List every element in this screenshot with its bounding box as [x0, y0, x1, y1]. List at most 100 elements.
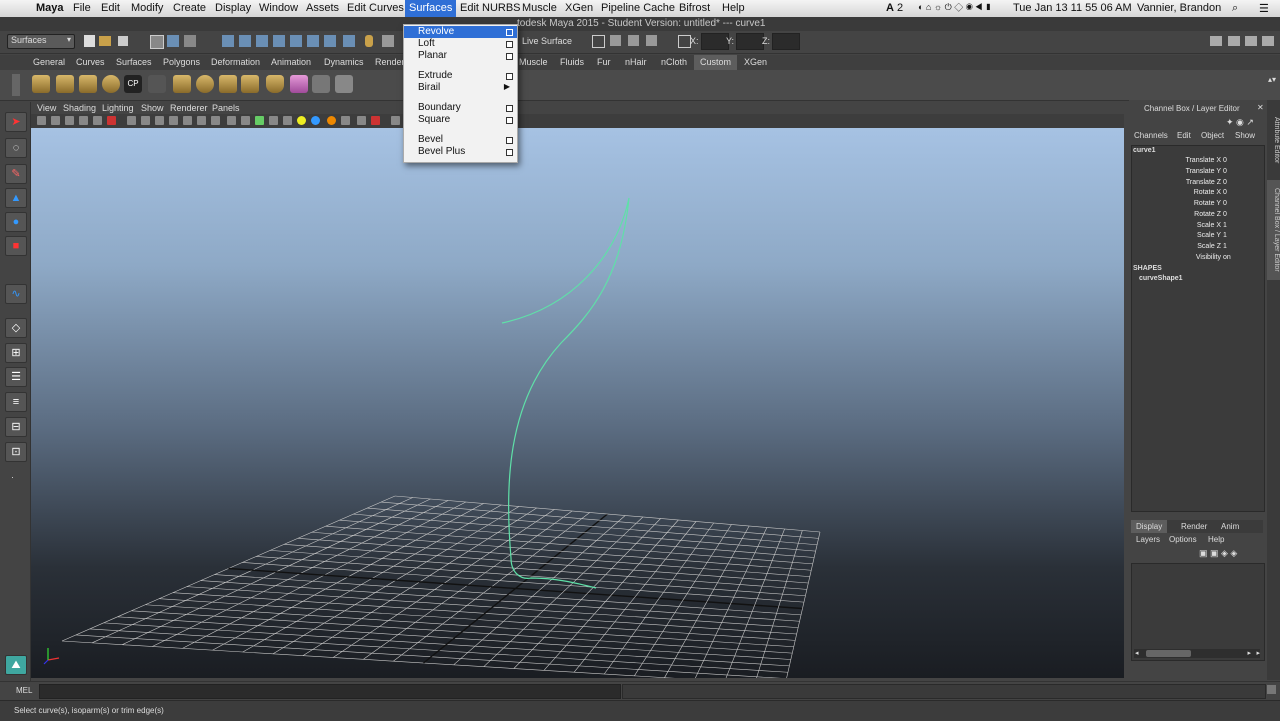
shelf-plane-icon[interactable] [241, 75, 259, 93]
menu-item-boundary[interactable]: Boundary [404, 102, 517, 114]
xray-icon[interactable] [241, 116, 250, 125]
panel-menu-show[interactable]: Show [141, 103, 164, 113]
menu-create[interactable]: Create [173, 2, 206, 14]
xray-joints-icon[interactable] [371, 116, 380, 125]
bookmark-icon[interactable] [65, 116, 74, 125]
image-plane-icon[interactable] [79, 116, 88, 125]
script-editor-icon[interactable] [1267, 685, 1276, 694]
menu-file[interactable]: File [73, 2, 91, 14]
menu-item-revolve[interactable]: Revolve [404, 26, 517, 38]
wireframe-on-shaded-icon[interactable] [227, 116, 236, 125]
menu-window[interactable]: Window [259, 2, 298, 14]
menu-edit[interactable]: Edit [101, 2, 120, 14]
shelf-tab-nhair[interactable]: nHair [625, 57, 647, 67]
attr-value[interactable]: 1 [1223, 222, 1227, 229]
menu-surfaces[interactable]: Surfaces [405, 0, 457, 17]
modeling-toolkit-icon[interactable] [1210, 36, 1222, 46]
rotate-tool-icon[interactable]: ● [5, 212, 27, 232]
notification-icon[interactable]: ☰ [1259, 2, 1269, 15]
shelf-surface-icon-2[interactable] [56, 75, 74, 93]
attr-value[interactable]: 0 [1223, 168, 1227, 175]
tool-settings-icon[interactable] [1245, 36, 1257, 46]
menu-display[interactable]: Display [215, 2, 251, 14]
layout-outliner-icon[interactable]: ☰ [5, 367, 27, 387]
mask-icon-2[interactable] [239, 35, 251, 47]
attr-value[interactable]: 0 [1223, 179, 1227, 186]
attr-translate-y[interactable]: Translate Y0 [1132, 168, 1264, 178]
menu-pipeline-cache[interactable]: Pipeline Cache [601, 2, 675, 14]
mel-label[interactable]: MEL [16, 686, 32, 695]
shelf-tool-icon-2[interactable] [335, 75, 353, 93]
shape-name[interactable]: curveShape1 [1139, 275, 1183, 282]
shelf-tab-polygons[interactable]: Polygons [163, 57, 200, 67]
scroll-end-icon[interactable]: ▸ [1256, 649, 1260, 657]
layer-scrollbar[interactable]: ◂ ▸ ▸ [1134, 649, 1260, 658]
mask-icon-1[interactable] [222, 35, 234, 47]
shelf-tab-muscle[interactable]: Muscle [519, 57, 548, 67]
option-box-icon[interactable] [506, 137, 513, 144]
channel-box-toggle-icon[interactable] [1262, 36, 1274, 46]
z-field[interactable] [772, 33, 800, 50]
app-menu-maya[interactable]: Maya [36, 2, 64, 14]
shelf-loft-icon[interactable] [173, 75, 191, 93]
tab-attribute-editor[interactable]: Attribute Editor [1267, 110, 1280, 170]
option-box-icon[interactable] [506, 117, 513, 124]
field-chart-icon[interactable] [155, 116, 164, 125]
mask-icon-4[interactable] [273, 35, 285, 47]
panel-menu-renderer[interactable]: Renderer [170, 103, 208, 113]
shelf-cone-icon[interactable] [290, 75, 308, 93]
menu-bifrost[interactable]: Bifrost [679, 2, 710, 14]
safe-action-icon[interactable] [169, 116, 178, 125]
attr-rotate-y[interactable]: Rotate Y0 [1132, 200, 1264, 210]
shelf-ep-curve-icon[interactable] [148, 75, 166, 93]
attr-translate-x[interactable]: Translate X0 [1132, 157, 1264, 167]
option-box-icon[interactable] [506, 41, 513, 48]
nurbs-curve[interactable] [501, 197, 630, 589]
shelf-menu-icon[interactable] [12, 74, 20, 96]
menu-item-bevel[interactable]: Bevel [404, 134, 517, 146]
shadows-icon[interactable] [283, 116, 292, 125]
y-field[interactable] [736, 33, 764, 50]
shelf-tab-xgen[interactable]: XGen [744, 57, 767, 67]
gate-mask-icon[interactable] [141, 116, 150, 125]
panel-menu-panels[interactable]: Panels [212, 103, 240, 113]
shelf-cube-icon[interactable] [219, 75, 237, 93]
new-layer-icons[interactable]: ▣ ▣ ◈ ◈ [1199, 548, 1237, 559]
attr-scale-x[interactable]: Scale X1 [1132, 222, 1264, 232]
option-box-icon[interactable] [506, 53, 513, 60]
textured-icon[interactable] [255, 116, 264, 125]
attr-value[interactable]: 1 [1223, 243, 1227, 250]
tab-channel-box-layer-editor[interactable]: Channel Box / Layer Editor [1267, 180, 1280, 280]
attribute-editor-icon[interactable] [1228, 36, 1240, 46]
shelf-tab-ncloth[interactable]: nCloth [661, 57, 687, 67]
screen-space-ao-icon[interactable] [297, 116, 306, 125]
menu-modify[interactable]: Modify [131, 2, 163, 14]
panel-menu-lighting[interactable]: Lighting [102, 103, 134, 113]
attr-value[interactable]: 0 [1223, 189, 1227, 196]
status-icons[interactable]: ◐ ⌂ ☼ ⏻ ◇ ◉ ◀ ▮ [918, 2, 992, 13]
layout-custom-icon[interactable]: ⊡ [5, 442, 27, 462]
paint-select-tool-icon[interactable]: ✎ [5, 164, 27, 184]
shelf-surface-icon-1[interactable] [32, 75, 50, 93]
isolate-select-icon[interactable] [357, 116, 366, 125]
layout-graph-icon[interactable]: ≡ [5, 392, 27, 412]
object-name[interactable]: curve1 [1133, 147, 1156, 154]
menu-assets[interactable]: Assets [306, 2, 339, 14]
lasso-tool-icon[interactable]: ◌ [5, 138, 27, 158]
wireframe-icon[interactable] [197, 116, 206, 125]
mask-icon-5[interactable] [290, 35, 302, 47]
menu-item-planar[interactable]: Planar [404, 50, 517, 62]
cb-menu-channels[interactable]: Channels [1134, 131, 1168, 140]
close-icon[interactable]: ✕ [1257, 103, 1264, 112]
attr-translate-z[interactable]: Translate Z0 [1132, 179, 1264, 189]
shelf-tab-deformation[interactable]: Deformation [211, 57, 260, 67]
panel-menu-shading[interactable]: Shading [63, 103, 96, 113]
safe-title-icon[interactable] [183, 116, 192, 125]
new-scene-icon[interactable] [84, 35, 95, 47]
camera-attributes-icon[interactable] [51, 116, 60, 125]
shelf-tab-rendering[interactable]: Renderi [375, 57, 407, 67]
menu-item-birail[interactable]: Birail ▶ [404, 82, 517, 94]
render-settings-icon[interactable] [628, 35, 639, 46]
shelf-tab-surfaces[interactable]: Surfaces [116, 57, 152, 67]
menuset-dropdown[interactable]: Surfaces ▾ [7, 34, 75, 49]
